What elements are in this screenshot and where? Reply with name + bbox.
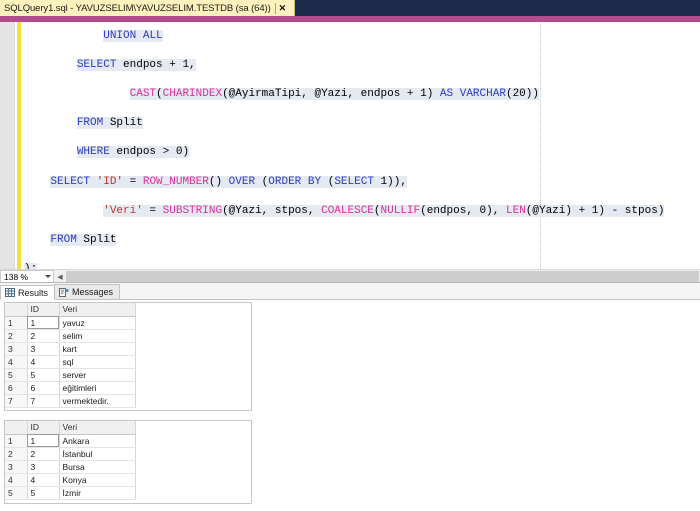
column-header-rownum[interactable] xyxy=(5,421,28,435)
table-row[interactable]: 1 1 Ankara xyxy=(5,434,136,448)
table-header: ID Veri xyxy=(5,303,136,317)
cell-id[interactable]: 5 xyxy=(27,486,60,500)
row-number-cell[interactable]: 3 xyxy=(5,342,28,356)
code-line: FROM Split xyxy=(50,233,117,246)
row-number-cell[interactable]: 6 xyxy=(5,381,28,395)
table-header-row: ID Veri xyxy=(5,421,136,435)
row-number-cell[interactable]: 4 xyxy=(5,473,28,487)
table-body: 1 1 Ankara 2 2 İstanbul 3 3 Bursa 4 4 Konya 5 5 İzmir xyxy=(5,434,136,500)
cell-veri[interactable]: Konya xyxy=(59,473,136,487)
code-line: FROM Split xyxy=(76,117,143,130)
cell-id[interactable]: 3 xyxy=(27,460,60,474)
code-line: UNION ALL xyxy=(103,29,163,42)
results-grid-cities[interactable]: ID Veri 1 1 Ankara 2 2 İstanbul 3 3 Bursa 4 4 Konya… xyxy=(4,420,252,504)
column-header-id[interactable]: ID xyxy=(27,421,60,435)
editor-status-scroll-row: 138 % ◀ xyxy=(0,269,700,283)
horizontal-scrollbar-thumb[interactable] xyxy=(66,271,699,282)
sql-editor[interactable]: UNION ALL SELECT endpos + 1, CAST(CHARIN… xyxy=(0,22,700,269)
cell-veri[interactable]: server xyxy=(59,368,136,382)
row-number-cell[interactable]: 3 xyxy=(5,460,28,474)
sql-code-block[interactable]: UNION ALL SELECT endpos + 1, CAST(CHARIN… xyxy=(24,22,700,269)
table-row[interactable]: 4 4 sql xyxy=(5,355,136,369)
tab-results-label: Results xyxy=(18,287,49,298)
column-header-id[interactable]: ID xyxy=(27,303,60,317)
column-header-veri[interactable]: Veri xyxy=(59,303,136,317)
results-grid-sentence[interactable]: ID Veri 1 1 yavuz 2 2 selim 3 3 kart 4 4 sql 5 5 serve… xyxy=(4,302,252,411)
table-header: ID Veri xyxy=(5,421,136,435)
cell-veri[interactable]: sql xyxy=(59,355,136,369)
row-number-cell[interactable]: 2 xyxy=(5,447,28,461)
row-number-cell[interactable]: 5 xyxy=(5,368,28,382)
cell-veri[interactable]: vermektedir. xyxy=(59,394,136,408)
table-row[interactable]: 6 6 eğitimleri xyxy=(5,381,136,395)
document-tab[interactable]: SQLQuery1.sql - YAVUZSELIM\YAVUZSELIM.TE… xyxy=(0,0,295,16)
cell-id[interactable]: 6 xyxy=(27,381,60,395)
document-tab-label: SQLQuery1.sql - YAVUZSELIM\YAVUZSELIM.TE… xyxy=(4,2,271,14)
cell-id[interactable]: 1 xyxy=(27,316,60,330)
table-row[interactable]: 5 5 İzmir xyxy=(5,486,136,500)
table-header-row: ID Veri xyxy=(5,303,136,317)
cell-veri[interactable]: İzmir xyxy=(59,486,136,500)
grid-icon xyxy=(5,288,15,297)
cell-id[interactable]: 4 xyxy=(27,473,60,487)
zoom-level-label: 138 % xyxy=(4,271,29,282)
table-row[interactable]: 3 3 Bursa xyxy=(5,460,136,474)
chevron-down-icon[interactable] xyxy=(45,275,51,278)
row-number-cell[interactable]: 1 xyxy=(5,316,28,330)
title-bar: SQLQuery1.sql - YAVUZSELIM\YAVUZSELIM.TE… xyxy=(0,0,700,16)
row-number-cell[interactable]: 2 xyxy=(5,329,28,343)
table-row[interactable]: 7 7 vermektedir. xyxy=(5,394,136,408)
code-line: SELECT endpos + 1, xyxy=(76,58,196,71)
results-panel: Results Messages ID Veri 1 1 yavuz 2 2 se xyxy=(0,282,700,511)
close-icon[interactable]: ✕ xyxy=(279,3,290,13)
code-line: WHERE endpos > 0) xyxy=(76,146,190,159)
row-number-cell[interactable]: 1 xyxy=(5,434,28,448)
row-number-cell[interactable]: 7 xyxy=(5,394,28,408)
table-row[interactable]: 3 3 kart xyxy=(5,342,136,356)
tab-divider xyxy=(274,2,276,14)
cell-veri[interactable]: selim xyxy=(59,329,136,343)
row-number-cell[interactable]: 5 xyxy=(5,486,28,500)
code-line: 'Veri' = SUBSTRING(@Yazi, stpos, COALESC… xyxy=(103,204,665,217)
cell-id[interactable]: 7 xyxy=(27,394,60,408)
cell-id[interactable]: 2 xyxy=(27,329,60,343)
tab-messages[interactable]: Messages xyxy=(54,284,121,299)
table-row[interactable]: 2 2 selim xyxy=(5,329,136,343)
cell-veri[interactable]: kart xyxy=(59,342,136,356)
cell-id[interactable]: 1 xyxy=(27,434,60,448)
editor-gutter xyxy=(0,22,15,269)
table-row[interactable]: 1 1 yavuz xyxy=(5,316,136,330)
column-header-veri[interactable]: Veri xyxy=(59,421,136,435)
cell-id[interactable]: 2 xyxy=(27,447,60,461)
row-number-cell[interactable]: 4 xyxy=(5,355,28,369)
cell-id[interactable]: 4 xyxy=(27,355,60,369)
table-row[interactable]: 2 2 İstanbul xyxy=(5,447,136,461)
cell-veri[interactable]: yavuz xyxy=(59,316,136,330)
results-table[interactable]: ID Veri 1 1 Ankara 2 2 İstanbul 3 3 Bursa 4 4 Konya… xyxy=(5,421,136,500)
results-tab-strip: Results Messages xyxy=(0,283,700,300)
table-row[interactable]: 4 4 Konya xyxy=(5,473,136,487)
scroll-left-arrow-icon[interactable]: ◀ xyxy=(54,271,66,283)
cell-veri[interactable]: Bursa xyxy=(59,460,136,474)
tab-results[interactable]: Results xyxy=(0,285,56,300)
change-indicator-bar xyxy=(17,22,21,269)
code-line: ); xyxy=(24,262,700,269)
results-table[interactable]: ID Veri 1 1 yavuz 2 2 selim 3 3 kart 4 4 sql 5 5 serve… xyxy=(5,303,136,408)
cell-veri[interactable]: Ankara xyxy=(59,434,136,448)
cell-id[interactable]: 3 xyxy=(27,342,60,356)
tab-messages-label: Messages xyxy=(72,287,114,297)
cell-veri[interactable]: eğitimleri xyxy=(59,381,136,395)
message-icon xyxy=(59,287,69,297)
table-row[interactable]: 5 5 server xyxy=(5,368,136,382)
table-body: 1 1 yavuz 2 2 selim 3 3 kart 4 4 sql 5 5 server 6 6 eğiti… xyxy=(5,316,136,408)
horizontal-scrollbar-track[interactable] xyxy=(66,271,699,282)
code-line: SELECT 'ID' = ROW_NUMBER() OVER (ORDER B… xyxy=(50,175,407,188)
cell-id[interactable]: 5 xyxy=(27,368,60,382)
cell-veri[interactable]: İstanbul xyxy=(59,447,136,461)
column-header-rownum[interactable] xyxy=(5,303,28,317)
code-line: CAST(CHARINDEX(@AyirmaTipi, @Yazi, endpo… xyxy=(129,87,539,100)
